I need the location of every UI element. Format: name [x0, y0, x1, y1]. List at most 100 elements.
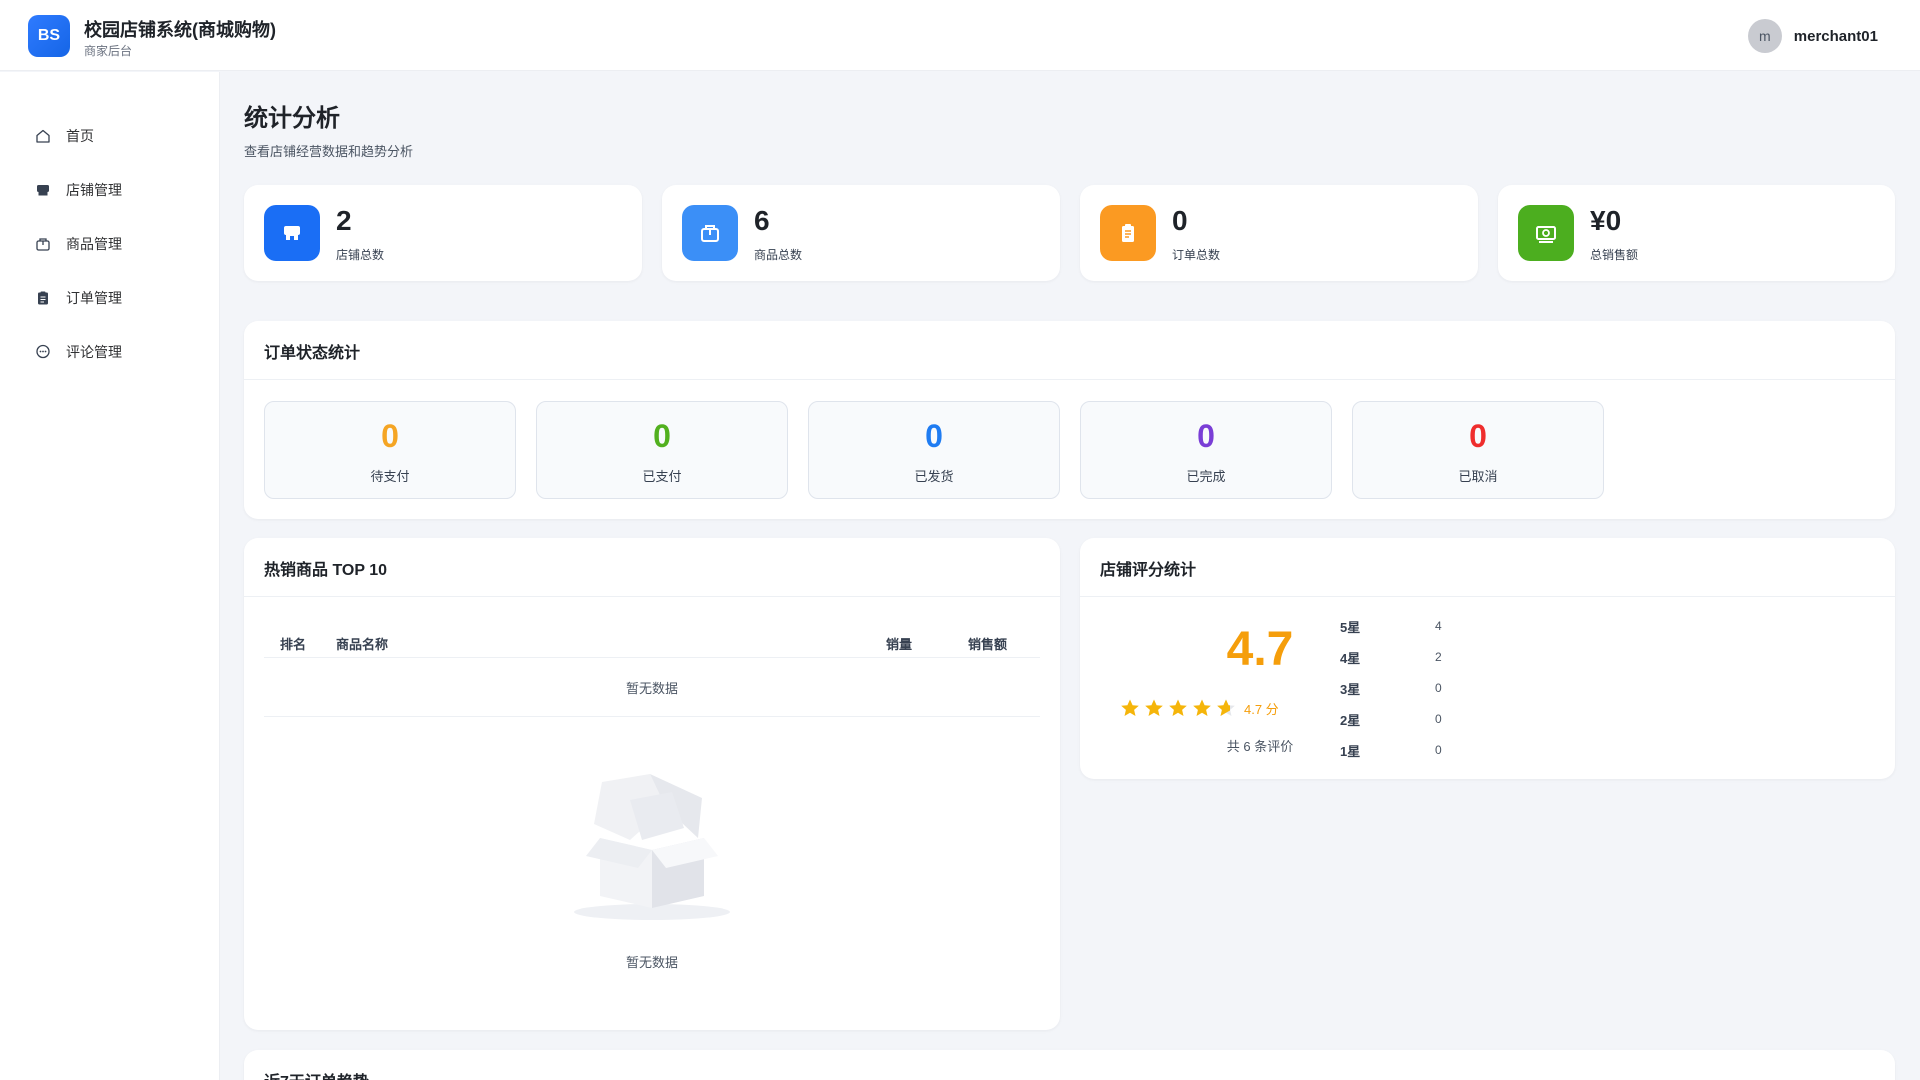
stat-value: 0: [1172, 205, 1188, 236]
status-label: 已支付: [642, 469, 682, 484]
column-header-rank: 排名: [280, 637, 307, 652]
stat-label: 订单总数: [1172, 248, 1221, 262]
section-title: 热销商品 TOP 10: [264, 562, 388, 579]
rating-row-label: 2星: [1340, 712, 1361, 728]
empty-state-text: 暂无数据: [625, 955, 678, 970]
stat-label: 总销售额: [1590, 248, 1639, 262]
comment-icon: [34, 343, 52, 361]
sidebar-item-label: 商品管理: [66, 236, 122, 252]
divider: [264, 657, 1040, 658]
box-icon: [682, 205, 738, 261]
status-shipped[interactable]: 0 已发货: [808, 401, 1060, 499]
stat-card-orders: 0 订单总数: [1080, 185, 1478, 281]
rating-score: 4.7: [1226, 623, 1294, 676]
sidebar-item-label: 评论管理: [66, 344, 122, 360]
empty-box-illustration: [572, 768, 732, 928]
stat-label: 商品总数: [754, 248, 803, 262]
status-paid[interactable]: 0 已支付: [536, 401, 788, 499]
rating-row-label: 1星: [1340, 743, 1361, 759]
rating-inline-text: 4.7 分: [1244, 701, 1279, 717]
store-rating-card: 店铺评分统计 4.7 4.7 分 共 6 条评价 5星 4 4星 2 3星 0 …: [1080, 538, 1895, 779]
status-count: 0: [653, 418, 671, 454]
stat-card-stores: 2 店铺总数: [244, 185, 642, 281]
star-icon: [1145, 699, 1163, 716]
page-title: 统计分析: [244, 105, 340, 132]
section-title: 店铺评分统计: [1100, 562, 1197, 579]
rating-row-5: 5星 4: [1340, 616, 1442, 636]
money-icon: [1518, 205, 1574, 261]
order-trend-card: 近7天订单趋势: [244, 1050, 1895, 1080]
sidebar: 首页 店铺管理 商品管理 订单管理 评论管理: [0, 72, 220, 1080]
app-subtitle: 商家后台: [84, 44, 133, 58]
section-title: 近7天订单趋势: [264, 1068, 369, 1080]
sidebar-item-label: 首页: [66, 128, 94, 144]
rating-row-1: 1星 0: [1340, 740, 1442, 760]
status-pending[interactable]: 0 待支付: [264, 401, 516, 499]
rating-row-count: 0: [1435, 681, 1442, 695]
sidebar-item-stores[interactable]: 店铺管理: [34, 170, 204, 210]
stat-label: 店铺总数: [336, 248, 385, 262]
sidebar-item-products[interactable]: 商品管理: [34, 224, 204, 264]
status-label: 已发货: [914, 469, 954, 484]
home-icon: [34, 127, 52, 145]
stat-card-sales: ¥0 总销售额: [1498, 185, 1895, 281]
divider: [264, 716, 1040, 717]
rating-row-count: 2: [1435, 650, 1442, 664]
rating-row-4: 4星 2: [1340, 647, 1442, 667]
stat-card-products: 6 商品总数: [662, 185, 1060, 281]
order-status-card: 订单状态统计 0 待支付 0 已支付 0 已发货 0 已完成 0 已取消: [244, 321, 1895, 519]
star-icon: [1169, 699, 1187, 716]
divider: [244, 379, 1895, 380]
user-menu[interactable]: m merchant01: [1747, 19, 1878, 53]
column-header-revenue: 销售额: [968, 637, 1008, 652]
box-icon: [34, 235, 52, 253]
rating-row-count: 0: [1435, 712, 1442, 726]
divider: [244, 596, 1060, 597]
clipboard-icon: [34, 289, 52, 307]
star-half-icon: [1217, 699, 1235, 716]
star-icon: [1121, 699, 1139, 716]
star-icon: [1193, 699, 1211, 716]
rating-row-2: 2星 0: [1340, 709, 1442, 729]
username[interactable]: merchant01: [1794, 28, 1878, 45]
status-count: 0: [925, 418, 943, 454]
sidebar-item-home[interactable]: 首页: [34, 116, 204, 156]
rating-row-count: 0: [1435, 743, 1442, 757]
status-label: 已完成: [1186, 469, 1226, 484]
clipboard-icon: [1100, 205, 1156, 261]
sidebar-item-comments[interactable]: 评论管理: [34, 332, 204, 372]
rating-row-label: 5星: [1340, 619, 1361, 635]
status-count: 0: [1469, 418, 1487, 454]
rating-row-count: 4: [1435, 619, 1442, 633]
store-icon: [264, 205, 320, 261]
stat-value: 6: [754, 205, 770, 236]
status-label: 待支付: [370, 469, 410, 484]
stat-value: ¥0: [1590, 205, 1622, 236]
table-empty-text: 暂无数据: [625, 681, 678, 696]
sidebar-item-label: 店铺管理: [66, 182, 122, 198]
app-logo[interactable]: BS: [28, 15, 70, 57]
page-subtitle: 查看店铺经营数据和趋势分析: [244, 144, 414, 159]
sidebar-item-orders[interactable]: 订单管理: [34, 278, 204, 318]
avatar[interactable]: m: [1747, 19, 1782, 53]
star-rating: 4.7 分: [1120, 698, 1279, 718]
stat-value: 2: [336, 205, 352, 236]
top-header: BS 校园店铺系统(商城购物) 商家后台 m merchant01: [0, 0, 1920, 71]
rating-row-label: 4星: [1340, 650, 1361, 666]
status-completed[interactable]: 0 已完成: [1080, 401, 1332, 499]
divider: [1080, 596, 1895, 597]
status-cancelled[interactable]: 0 已取消: [1352, 401, 1604, 499]
column-header-name: 商品名称: [336, 637, 389, 652]
rating-count: 共 6 条评价: [1226, 739, 1294, 754]
status-label: 已取消: [1458, 469, 1498, 484]
section-title: 订单状态统计: [264, 345, 361, 362]
rating-row-label: 3星: [1340, 681, 1361, 697]
rating-row-3: 3星 0: [1340, 678, 1442, 698]
sidebar-item-label: 订单管理: [66, 290, 122, 306]
top-products-card: 热销商品 TOP 10 排名 商品名称 销量 销售额 暂无数据 暂无数据: [244, 538, 1060, 1030]
status-count: 0: [1197, 418, 1215, 454]
app-title: 校园店铺系统(商城购物): [84, 20, 276, 40]
status-count: 0: [381, 418, 399, 454]
store-icon: [34, 181, 52, 199]
column-header-sales: 销量: [886, 637, 913, 652]
